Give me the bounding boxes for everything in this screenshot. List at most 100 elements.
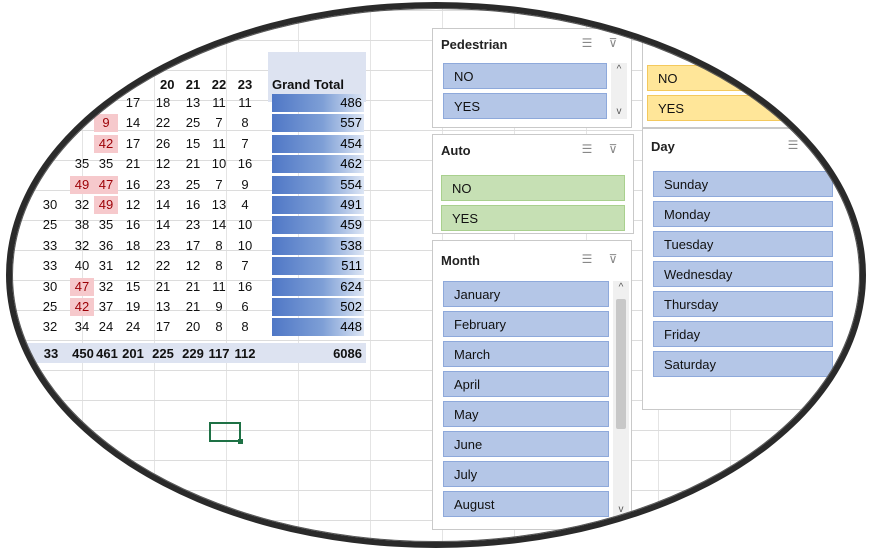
total-cell[interactable]: 201	[120, 345, 146, 363]
table-cell[interactable]	[70, 94, 94, 112]
table-cell[interactable]: 6	[232, 298, 258, 316]
slicer-item-yes[interactable]: YES	[647, 95, 857, 121]
table-cell[interactable]: 25	[180, 114, 206, 132]
table-cell[interactable]: 35	[94, 155, 118, 173]
table-cell[interactable]: 23	[180, 216, 206, 234]
slicer-item-no[interactable]: NO	[443, 63, 607, 89]
month-item[interactable]: February	[443, 311, 609, 337]
table-cell[interactable]: 25	[38, 216, 62, 234]
table-cell[interactable]: 11	[232, 94, 258, 112]
table-cell[interactable]: 8	[206, 237, 232, 255]
table-cell[interactable]: 33	[38, 257, 62, 275]
slicer-item-yes[interactable]: YES	[443, 93, 607, 119]
grand-total-cell[interactable]: 502	[272, 298, 364, 316]
table-cell[interactable]: 42	[70, 298, 94, 316]
multi-select-icon[interactable]: ☰	[785, 137, 801, 153]
total-cell[interactable]: 117	[206, 345, 232, 363]
table-cell[interactable]: 37	[94, 298, 118, 316]
table-cell[interactable]: 35	[70, 155, 94, 173]
table-cell[interactable]: 16	[180, 196, 206, 214]
grand-total-cell[interactable]: 486	[272, 94, 364, 112]
total-cell[interactable]: 225	[150, 345, 176, 363]
table-cell[interactable]	[94, 94, 118, 112]
grand-total-sum[interactable]: 6086	[272, 345, 362, 363]
day-item[interactable]: Thursday	[653, 291, 833, 317]
table-cell[interactable]: 26	[150, 135, 176, 153]
table-cell[interactable]: 40	[70, 257, 94, 275]
table-cell[interactable]: 38	[70, 216, 94, 234]
table-cell[interactable]: 32	[70, 237, 94, 255]
grand-total-cell[interactable]: 462	[272, 155, 364, 174]
table-cell[interactable]: 18	[150, 94, 176, 112]
month-item[interactable]: April	[443, 371, 609, 397]
table-cell[interactable]: 7	[206, 176, 232, 194]
table-cell[interactable]: 12	[120, 257, 146, 275]
table-cell[interactable]	[38, 176, 62, 194]
table-cell[interactable]: 17	[120, 94, 146, 112]
table-cell[interactable]: 36	[94, 237, 118, 255]
table-cell[interactable]: 21	[180, 278, 206, 296]
table-cell[interactable]: 13	[150, 298, 176, 316]
table-cell[interactable]: 13	[180, 94, 206, 112]
table-cell[interactable]: 25	[180, 176, 206, 194]
selected-cell[interactable]	[209, 422, 243, 444]
total-cell[interactable]: 229	[180, 345, 206, 363]
table-cell[interactable]	[38, 135, 62, 153]
day-item[interactable]: Sunday	[653, 171, 833, 197]
table-cell[interactable]: 16	[232, 155, 258, 173]
table-cell[interactable]: 13	[206, 196, 232, 214]
table-cell[interactable]: 14	[150, 216, 176, 234]
grand-total-cell[interactable]: 624	[272, 277, 364, 296]
day-item[interactable]: Tuesday	[653, 231, 833, 257]
table-cell[interactable]: 16	[120, 176, 146, 194]
month-item[interactable]: June	[443, 431, 609, 457]
table-cell[interactable]: 31	[94, 257, 118, 275]
table-cell[interactable]: 12	[120, 196, 146, 214]
slicer-item-yes[interactable]: YES	[441, 205, 625, 231]
scroll-down-icon[interactable]: v	[613, 503, 629, 517]
grand-total-cell[interactable]: 491	[272, 196, 364, 214]
grand-total-cell[interactable]: 511	[272, 257, 364, 276]
table-cell[interactable]: 11	[206, 94, 232, 112]
table-cell[interactable]: 11	[206, 278, 232, 296]
table-cell[interactable]: 15	[180, 135, 206, 153]
table-cell[interactable]: 23	[150, 237, 176, 255]
total-cell[interactable]: 33	[40, 345, 62, 363]
table-cell[interactable]: 21	[150, 278, 176, 296]
total-cell[interactable]: 112	[232, 345, 258, 363]
table-cell[interactable]: 21	[180, 298, 206, 316]
table-cell[interactable]: 42	[94, 134, 118, 153]
table-cell[interactable]: 47	[94, 175, 118, 194]
table-cell[interactable]: 24	[120, 318, 146, 336]
table-cell[interactable]: 12	[150, 155, 176, 173]
table-cell[interactable]: 14	[120, 114, 146, 132]
day-item[interactable]: Friday	[653, 321, 833, 347]
table-cell[interactable]: 33	[38, 237, 62, 255]
table-cell[interactable]: 22	[150, 257, 176, 275]
clear-filter-icon[interactable]: ⊽	[605, 35, 621, 51]
month-item[interactable]: March	[443, 341, 609, 367]
table-cell[interactable]: 10	[206, 155, 232, 173]
table-cell[interactable]	[38, 94, 62, 112]
month-item[interactable]: July	[443, 461, 609, 487]
table-cell[interactable]: 17	[150, 318, 176, 336]
table-cell[interactable]: 7	[206, 114, 232, 132]
table-cell[interactable]: 21	[180, 155, 206, 173]
month-item[interactable]: January	[443, 281, 609, 307]
table-cell[interactable]: 17	[120, 135, 146, 153]
grand-total-cell[interactable]: 454	[272, 134, 364, 153]
table-cell[interactable]: 4	[232, 196, 258, 214]
grand-total-cell[interactable]: 459	[272, 216, 364, 235]
table-cell[interactable]: 15	[120, 278, 146, 296]
table-cell[interactable]: 30	[38, 278, 62, 296]
table-cell[interactable]: 49	[94, 196, 118, 214]
scroll-up-icon[interactable]: ^	[613, 281, 629, 295]
total-cell[interactable]: 461	[94, 345, 120, 363]
table-cell[interactable]: 20	[180, 318, 206, 336]
slicer-scrollbar[interactable]: ^ v	[613, 281, 629, 517]
table-cell[interactable]: 18	[120, 237, 146, 255]
total-cell[interactable]: 450	[70, 345, 96, 363]
table-cell[interactable]	[70, 114, 94, 132]
day-item[interactable]: Monday	[653, 201, 833, 227]
month-item[interactable]: August	[443, 491, 609, 517]
